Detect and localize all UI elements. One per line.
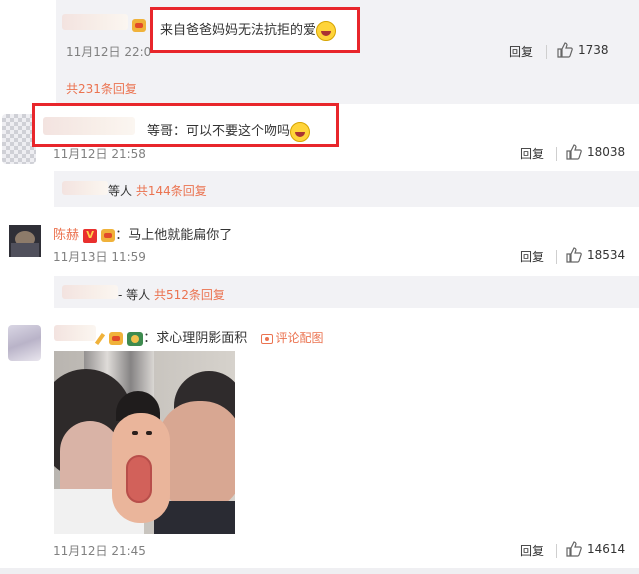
username[interactable]: 陈赫 bbox=[53, 228, 79, 243]
sub-suffix: 等人 bbox=[108, 184, 133, 198]
like-button[interactable]: 18038 bbox=[566, 144, 625, 160]
comment-text: ：马上他就能扁你了 bbox=[115, 228, 233, 243]
like-button[interactable]: 18534 bbox=[566, 247, 625, 263]
sub-suffix: - 等人 bbox=[118, 288, 151, 302]
sub-replies-row: 等人 共144条回复 bbox=[108, 182, 207, 199]
divider bbox=[556, 147, 557, 161]
like-button[interactable]: 14614 bbox=[566, 541, 625, 557]
reply-button[interactable]: 回复 bbox=[509, 43, 533, 60]
comment-time: 11月13日 11:59 bbox=[53, 250, 146, 264]
more-replies-link[interactable]: 共231条回复 bbox=[66, 80, 137, 97]
like-count: 18038 bbox=[587, 145, 626, 159]
verified-v-icon: V bbox=[83, 228, 98, 243]
sub-replies-row: - 等人 共512条回复 bbox=[118, 286, 225, 303]
username-redacted bbox=[43, 117, 135, 135]
member-crown-icon bbox=[109, 332, 124, 345]
username-redacted bbox=[54, 325, 96, 341]
username-redacted bbox=[62, 181, 108, 195]
avatar[interactable] bbox=[8, 325, 41, 361]
thumbs-up-icon bbox=[566, 541, 582, 557]
divider bbox=[556, 544, 557, 558]
comment-text: ：求心理阴影面积 bbox=[143, 331, 248, 346]
comment-time: 11月12日 21:45 bbox=[53, 544, 146, 558]
grin-emoji-icon bbox=[290, 121, 311, 142]
comment-attached-image[interactable] bbox=[54, 351, 235, 534]
like-count: 1738 bbox=[578, 43, 609, 57]
crying-laugh-emoji-icon bbox=[316, 20, 337, 41]
member-crown-icon bbox=[132, 19, 146, 32]
level-badge-icon bbox=[127, 331, 144, 346]
divider bbox=[556, 250, 557, 264]
avatar[interactable] bbox=[2, 114, 36, 164]
like-count: 14614 bbox=[587, 542, 626, 556]
thumbs-up-icon bbox=[566, 144, 582, 160]
username-redacted bbox=[62, 14, 128, 30]
reply-button[interactable]: 回复 bbox=[520, 145, 544, 162]
divider bbox=[546, 45, 547, 59]
comment-attachment-link[interactable]: 评论配图 bbox=[261, 331, 323, 345]
thumbs-up-icon bbox=[557, 42, 573, 58]
like-button[interactable]: 1738 bbox=[557, 42, 609, 58]
comment-text: 来自爸爸妈妈无法抗拒的爱 bbox=[160, 23, 317, 38]
comment-text: 等哥：可以不要这个吻吗 bbox=[147, 124, 291, 139]
comment-text-row: ：求心理阴影面积 评论配图 bbox=[94, 327, 323, 346]
comment-text-row: 来自爸爸妈妈无法抗拒的爱 bbox=[160, 19, 337, 41]
reply-button[interactable]: 回复 bbox=[520, 248, 544, 265]
member-crown-icon bbox=[101, 229, 116, 242]
bottom-edge bbox=[0, 568, 639, 574]
comment-time: 11月12日 21:58 bbox=[53, 147, 146, 161]
more-replies-link[interactable]: 共144条回复 bbox=[136, 184, 207, 198]
comment-text-row: 等哥：可以不要这个吻吗 bbox=[147, 120, 311, 142]
comment-time: 11月12日 22:0 bbox=[66, 45, 152, 59]
thumbs-up-icon bbox=[566, 247, 582, 263]
attach-label: 评论配图 bbox=[275, 331, 324, 345]
comment-text-row: 陈赫 V ：马上他就能扁你了 bbox=[53, 224, 232, 243]
avatar[interactable] bbox=[9, 225, 41, 257]
reply-button[interactable]: 回复 bbox=[520, 542, 544, 559]
like-count: 18534 bbox=[587, 248, 626, 262]
pencil-icon bbox=[94, 332, 106, 345]
image-icon bbox=[261, 333, 274, 344]
more-replies-link[interactable]: 共512条回复 bbox=[154, 288, 225, 302]
username-redacted bbox=[62, 285, 118, 299]
